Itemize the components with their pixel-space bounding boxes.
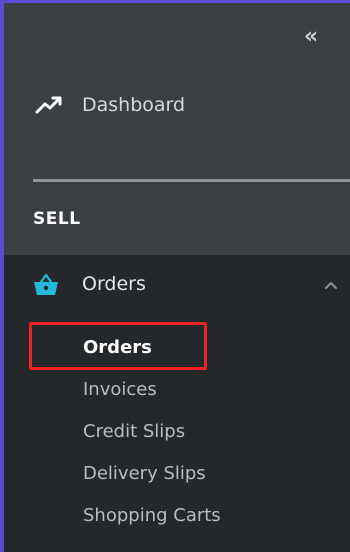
section-title-sell: SELL	[33, 209, 81, 229]
sidebar-item-label: Dashboard	[82, 94, 186, 116]
submenu-item-invoices[interactable]: Invoices	[83, 375, 157, 405]
sidebar-item-orders[interactable]: Orders	[4, 263, 350, 307]
submenu-item-credit-slips[interactable]: Credit Slips	[83, 417, 185, 447]
sidebar-item-label: Orders	[82, 273, 146, 295]
admin-sidebar: « Dashboard SELL Orders Orders Invoices	[0, 0, 350, 552]
trending-up-icon	[35, 96, 62, 114]
chevron-up-icon[interactable]	[324, 279, 338, 291]
submenu-item-delivery-slips[interactable]: Delivery Slips	[83, 459, 206, 489]
collapse-sidebar-button[interactable]: «	[296, 21, 326, 51]
shopping-basket-icon	[34, 273, 58, 295]
submenu-item-orders[interactable]: Orders	[83, 333, 152, 363]
sidebar-item-dashboard[interactable]: Dashboard	[4, 83, 350, 127]
sidebar-divider	[33, 179, 350, 182]
submenu-item-shopping-carts[interactable]: Shopping Carts	[83, 501, 221, 531]
screenshot-frame: « Dashboard SELL Orders Orders Invoices	[0, 0, 350, 552]
